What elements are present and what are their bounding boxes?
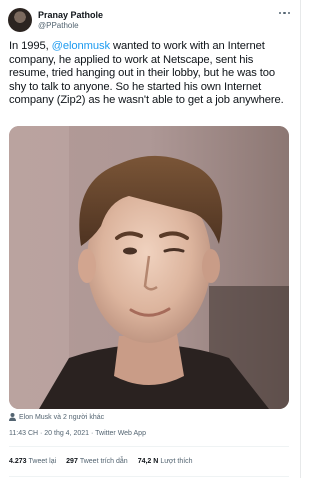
tweet-meta[interactable]: 11:43 CH · 20 thg 4, 2021 · Twitter Web … xyxy=(9,430,146,437)
author-handle[interactable]: @PPathole xyxy=(38,21,103,30)
tagged-users[interactable]: Elon Musk và 2 người khác xyxy=(9,413,104,421)
retweets-stat[interactable]: 4.273 Tweet lại xyxy=(9,458,56,465)
author-names[interactable]: Pranay Pathole @PPathole xyxy=(38,10,103,30)
tweet-text: In 1995, @elonmusk wanted to work with a… xyxy=(9,40,291,108)
quotes-count: 297 xyxy=(66,458,78,465)
likes-count: 74,2 N xyxy=(137,458,159,465)
tweet-text-before: In 1995, xyxy=(9,40,52,52)
author-avatar[interactable] xyxy=(8,8,32,32)
column-border xyxy=(300,0,301,478)
tagged-users-label: Elon Musk và 2 người khác xyxy=(19,413,105,421)
divider-bottom xyxy=(9,476,289,477)
divider xyxy=(9,446,289,447)
tweet-photo[interactable] xyxy=(9,126,289,409)
more-options-icon[interactable] xyxy=(278,12,290,15)
likes-stat[interactable]: 74,2 N Lượt thích xyxy=(138,458,193,465)
tweet-stats: 4.273 Tweet lại 297 Tweet trích dẫn 74,2 N… xyxy=(9,458,203,465)
retweets-count: 4.273 xyxy=(9,458,27,465)
person-icon xyxy=(9,413,16,421)
likes-label: Lượt thích xyxy=(160,458,193,465)
quotes-stat[interactable]: 297 Tweet trích dẫn xyxy=(66,458,128,465)
mention-link[interactable]: @elonmusk xyxy=(52,40,110,52)
tweet-header: Pranay Pathole @PPathole xyxy=(8,7,103,33)
retweets-label: Tweet lại xyxy=(28,458,57,465)
author-display-name[interactable]: Pranay Pathole xyxy=(38,10,103,20)
quotes-label: Tweet trích dẫn xyxy=(79,458,128,465)
photo-illustration xyxy=(9,126,289,409)
